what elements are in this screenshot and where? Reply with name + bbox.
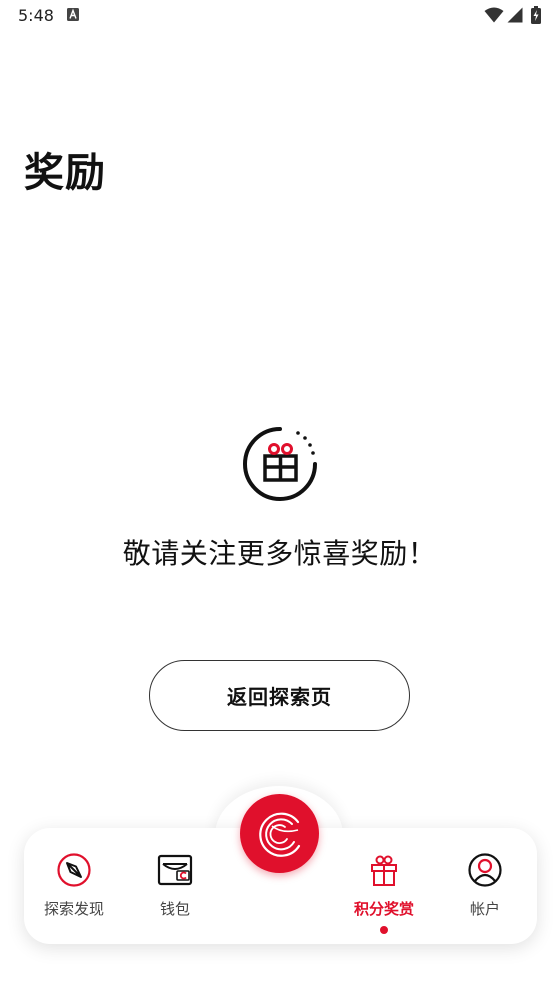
a-notification-icon <box>67 8 79 21</box>
tab-rewards[interactable]: 积分奖赏 <box>339 852 429 922</box>
brand-logo-icon <box>258 812 300 857</box>
user-icon <box>468 853 502 887</box>
empty-state-message: 敬请关注更多惊喜奖励！ <box>122 537 437 570</box>
tab-explore[interactable]: 探索发现 <box>29 852 119 922</box>
wallet-icon <box>157 854 193 886</box>
compass-icon <box>57 853 91 887</box>
tab-account[interactable]: 帐户 <box>440 852 530 922</box>
status-bar: 5:48 <box>0 0 559 32</box>
tab-label: 帐户 <box>469 900 500 918</box>
status-time: 5:48 <box>18 6 54 25</box>
rewards-screen: 5:48 奖励 敬请关注更多惊喜奖励！ 返回探索页 探索发现 钱包 积分奖赏 帐… <box>0 0 559 995</box>
gift-icon <box>243 427 317 501</box>
signal-icon <box>507 7 523 23</box>
active-tab-indicator <box>380 926 388 934</box>
tab-label: 积分奖赏 <box>353 900 414 918</box>
wifi-icon <box>484 7 504 23</box>
page-title: 奖励 <box>24 150 106 196</box>
center-brand-button[interactable] <box>240 794 319 873</box>
tab-label: 探索发现 <box>43 900 104 918</box>
gift-icon <box>371 855 397 886</box>
battery-icon <box>531 6 541 24</box>
tab-label: 钱包 <box>159 900 190 918</box>
tab-wallet[interactable]: 钱包 <box>130 852 220 922</box>
back-to-explore-button[interactable]: 返回探索页 <box>149 660 410 731</box>
